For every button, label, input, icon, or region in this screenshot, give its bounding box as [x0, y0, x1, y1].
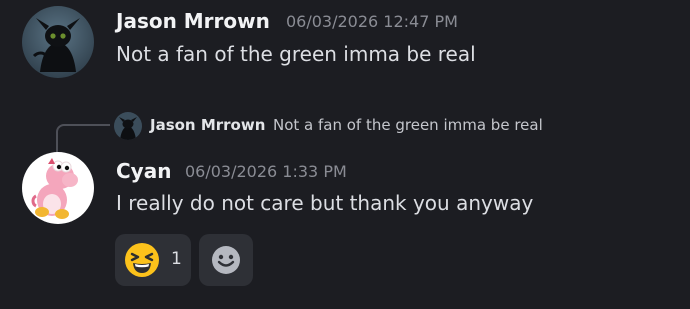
reaction-laughing[interactable]: 1	[115, 234, 191, 286]
message-username[interactable]: Jason Mrrown	[116, 9, 270, 33]
jason-avatar[interactable]	[22, 6, 94, 78]
reply-username[interactable]: Jason Mrrown	[150, 114, 265, 136]
reply-connector-line	[56, 124, 110, 154]
pink-yoshi-plush-avatar-icon	[22, 152, 94, 224]
reaction-count: 1	[171, 249, 182, 269]
add-reaction-smiley-icon	[212, 246, 240, 274]
cyan-avatar[interactable]	[22, 152, 94, 224]
dark-dragon-avatar-icon	[22, 6, 94, 78]
laughing-squinting-face-icon	[125, 243, 159, 277]
message-content: Not a fan of the green imma be real	[116, 42, 476, 66]
add-reaction-button[interactable]	[199, 234, 253, 286]
dark-dragon-avatar-icon	[114, 112, 142, 140]
reply-avatar	[114, 112, 142, 140]
message-timestamp: 06/03/2026 1:33 PM	[185, 162, 347, 181]
message-content: I really do not care but thank you anywa…	[116, 191, 534, 215]
chat-view: Jason Mrrown 06/03/2026 12:47 PM Not a f…	[0, 0, 690, 309]
message-timestamp: 06/03/2026 12:47 PM	[286, 12, 458, 31]
message-username[interactable]: Cyan	[116, 159, 171, 183]
reply-content[interactable]: Not a fan of the green imma be real	[273, 114, 543, 136]
